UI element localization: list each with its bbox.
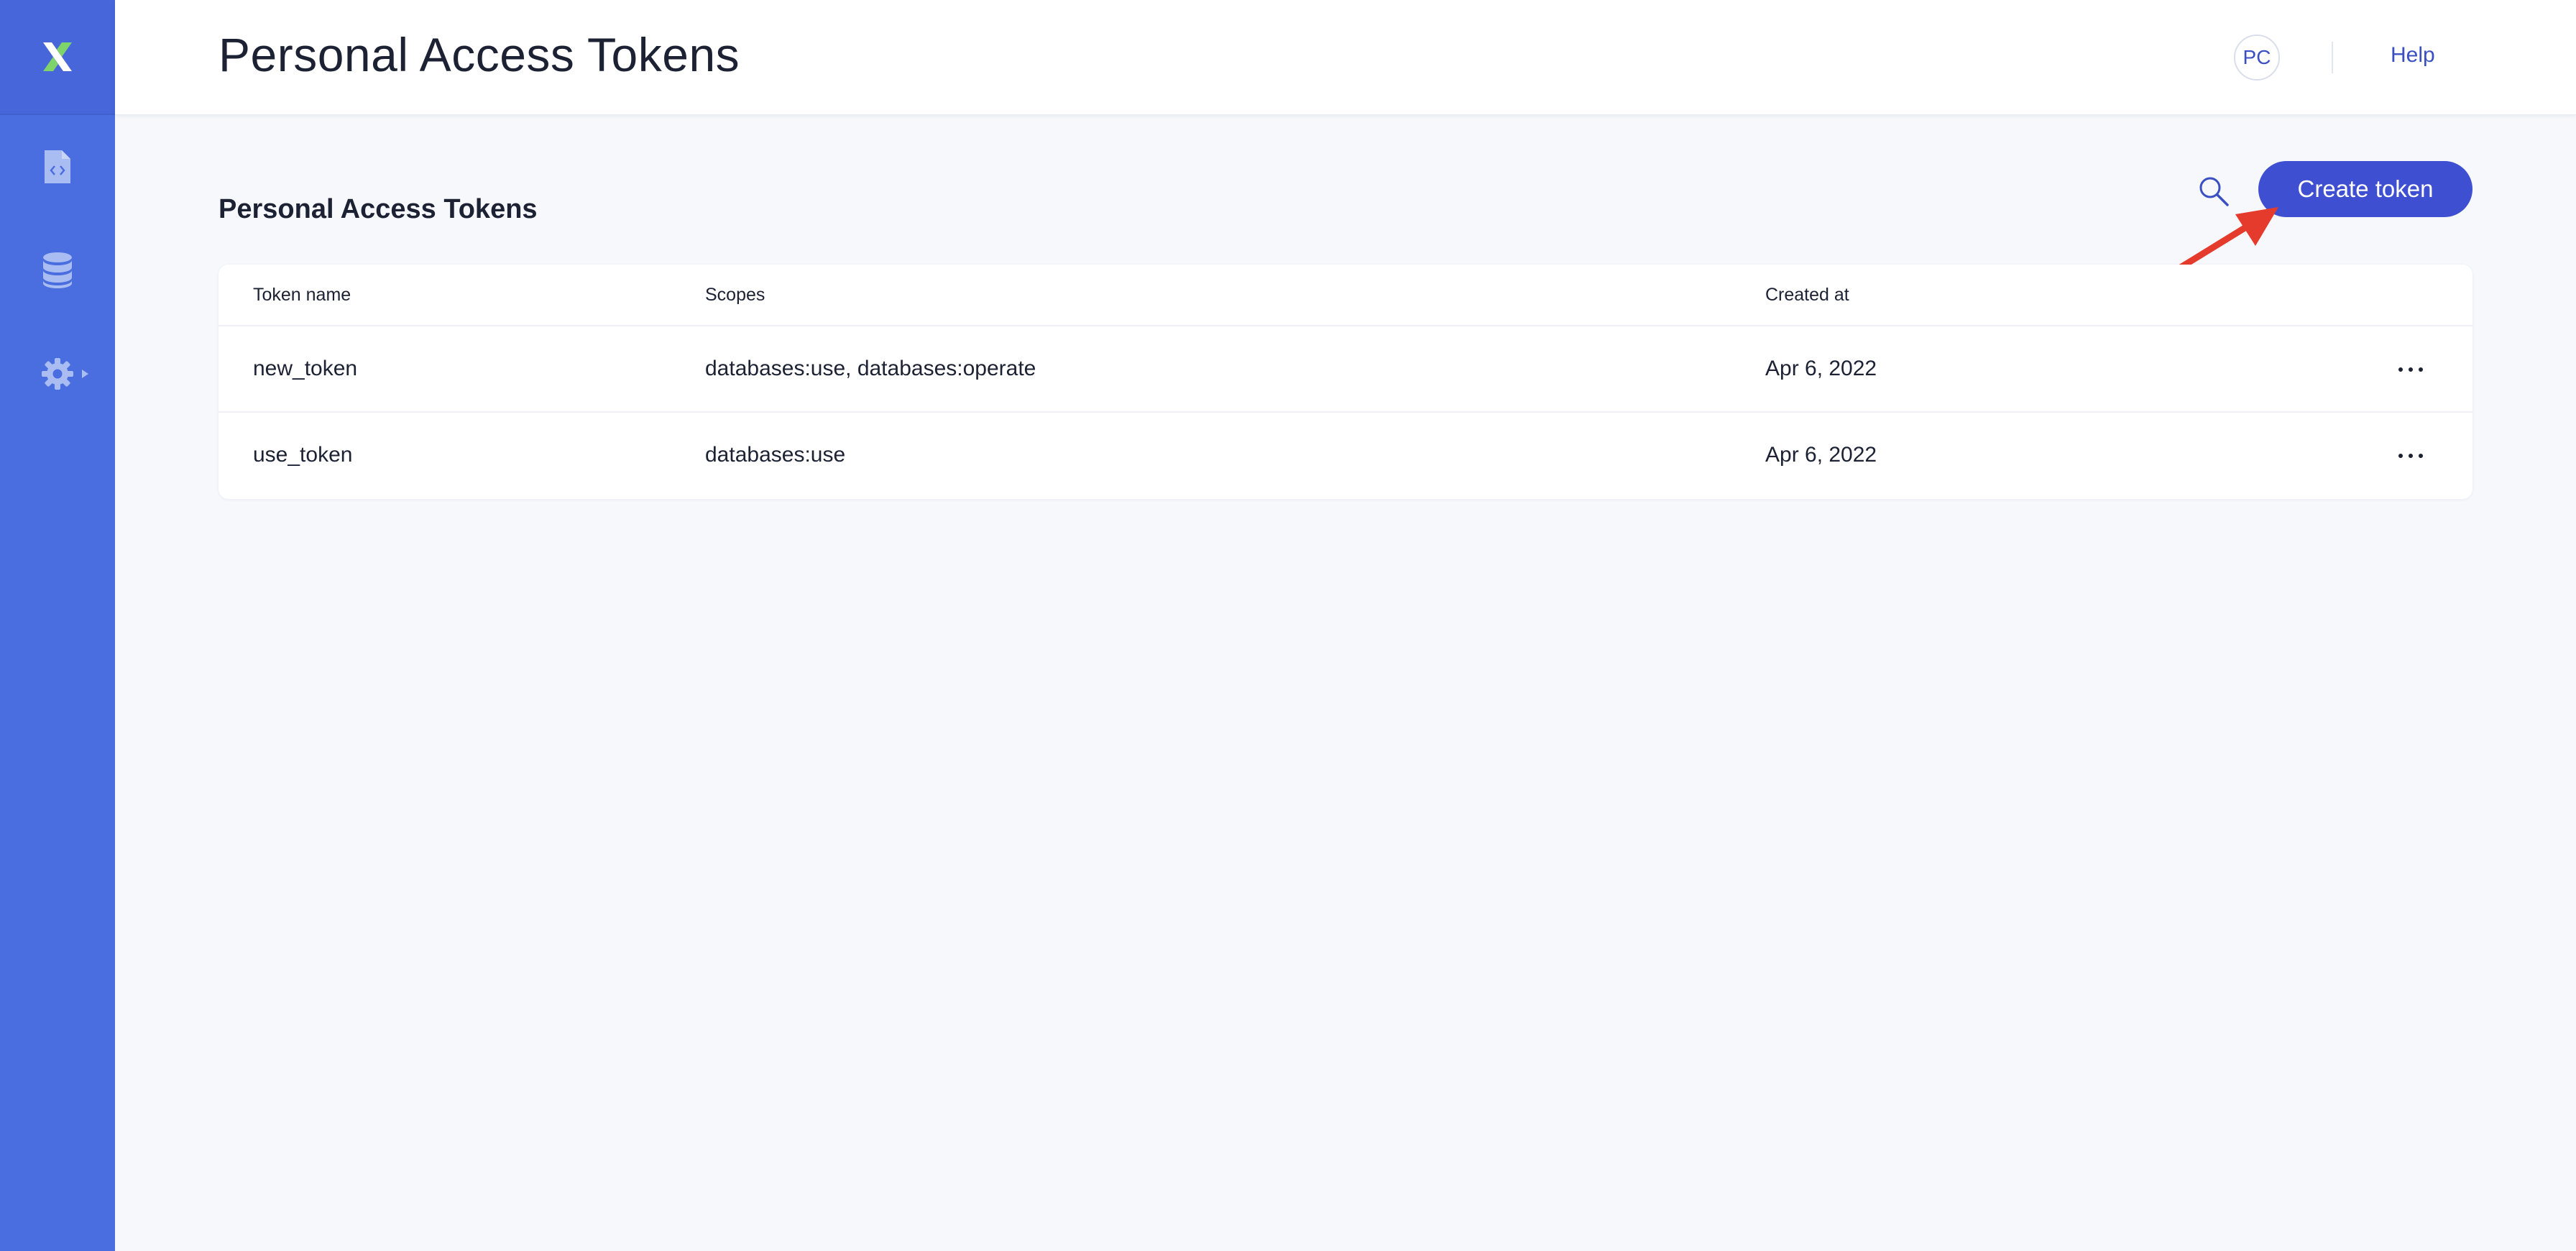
table-row[interactable]: use_token databases:use Apr 6, 2022 [218,413,2472,499]
column-header-scopes: Scopes [705,285,765,305]
gear-icon [42,358,73,390]
sidebar [0,0,115,1251]
sidebar-item-docs[interactable] [0,124,115,210]
x-logo-icon [43,42,72,71]
more-horizontal-icon [2398,367,2423,372]
column-header-created-at: Created at [1765,285,1849,305]
table-row[interactable]: new_token databases:use, databases:opera… [218,326,2472,413]
token-name: use_token [253,443,353,467]
code-file-icon [45,150,70,183]
chevron-right-icon [82,370,88,378]
sidebar-item-databases[interactable] [0,227,115,313]
token-scopes: databases:use [705,443,846,467]
more-horizontal-icon [2398,454,2423,458]
token-name: new_token [253,357,358,380]
table-header: Token name Scopes Created at [218,265,2472,326]
column-header-token-name: Token name [253,285,351,305]
token-created-at: Apr 6, 2022 [1765,357,1877,380]
page-title: Personal Access Tokens [218,28,740,81]
sidebar-item-settings[interactable] [0,331,115,417]
section-title: Personal Access Tokens [218,194,538,224]
row-actions-button[interactable] [2389,434,2432,477]
tokens-table: Token name Scopes Created at new_token d… [218,265,2472,499]
database-icon [43,252,72,288]
row-actions-button[interactable] [2389,348,2432,391]
help-link[interactable]: Help [2391,43,2435,68]
top-header: Personal Access Tokens PC Help [115,0,2576,115]
token-created-at: Apr 6, 2022 [1765,443,1877,467]
create-token-button[interactable]: Create token [2258,161,2472,217]
app-logo[interactable] [0,0,115,115]
token-scopes: databases:use, databases:operate [705,357,1036,380]
header-divider [2332,42,2333,73]
avatar[interactable]: PC [2234,35,2280,81]
